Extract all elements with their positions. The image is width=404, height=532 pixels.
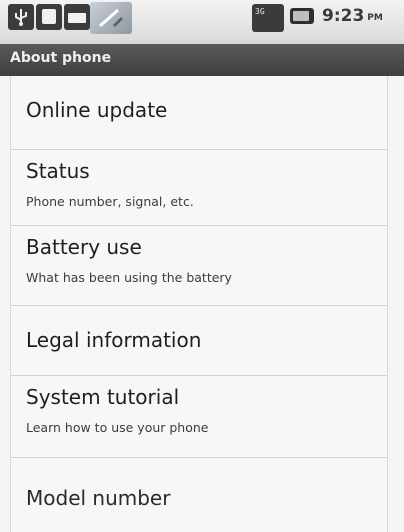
sd-card-icon — [36, 4, 62, 30]
menu-item-system-tutorial[interactable]: System tutorial Learn how to use your ph… — [11, 376, 387, 458]
clock-time: 9:23 — [322, 6, 365, 26]
menu-item-subtitle: What has been using the battery — [26, 270, 232, 285]
menu-item-online-update[interactable]: Online update — [11, 76, 387, 150]
status-bar: 3G 9:23 PM — [0, 0, 404, 44]
status-clock: 9:23 PM — [322, 6, 383, 26]
tty-icon — [64, 4, 90, 30]
menu-item-title: Status — [26, 159, 90, 183]
battery-icon — [290, 8, 314, 24]
usb-icon — [8, 4, 34, 30]
menu-item-status[interactable]: Status Phone number, signal, etc. — [11, 150, 387, 226]
menu-item-title: Battery use — [26, 235, 142, 259]
menu-item-title: System tutorial — [26, 385, 180, 409]
menu-item-subtitle: Phone number, signal, etc. — [26, 194, 194, 209]
signal-icon: 3G — [252, 4, 284, 32]
title-bar: About phone — [0, 44, 404, 76]
menu-item-title: Model number — [26, 486, 171, 510]
menu-item-subtitle: Learn how to use your phone — [26, 420, 209, 435]
signal-label: 3G — [255, 7, 265, 16]
clock-ampm: PM — [367, 13, 383, 23]
menu-item-title: Legal information — [26, 328, 202, 352]
menu-item-model-number[interactable]: Model number — [11, 458, 387, 532]
tools-icon — [90, 2, 132, 34]
settings-list: Online update Status Phone number, signa… — [10, 76, 388, 532]
menu-item-title: Online update — [26, 98, 168, 122]
menu-item-legal-information[interactable]: Legal information — [11, 306, 387, 376]
menu-item-battery-use[interactable]: Battery use What has been using the batt… — [11, 226, 387, 306]
page-title: About phone — [10, 50, 112, 66]
phone-screen: 3G 9:23 PM About phone Online update Stat… — [0, 0, 404, 532]
